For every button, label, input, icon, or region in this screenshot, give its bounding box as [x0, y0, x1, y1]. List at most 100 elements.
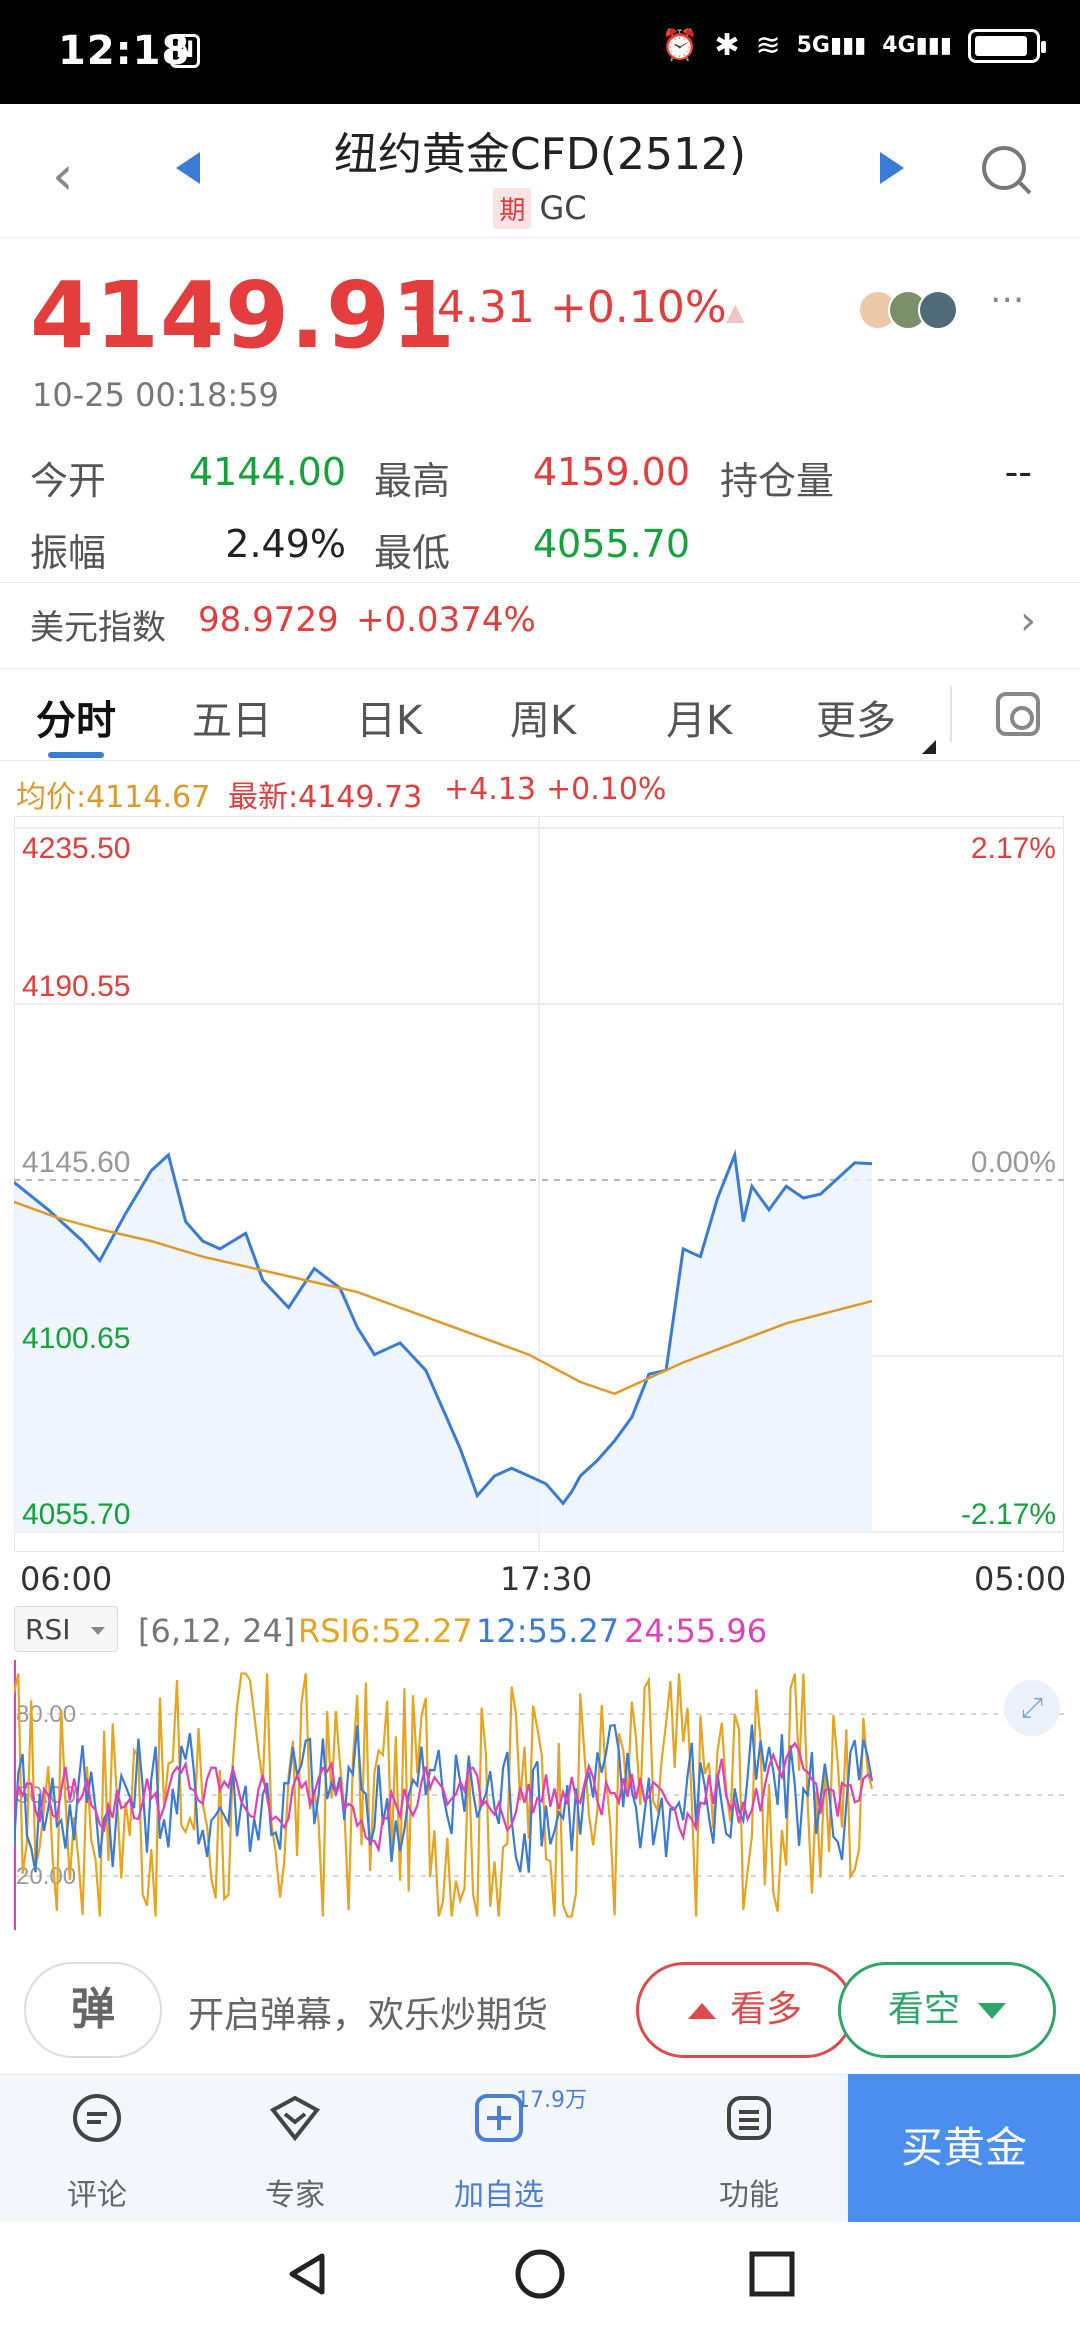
rsi12-name: 12 — [476, 1612, 517, 1650]
price-change: +4.31 — [400, 282, 535, 333]
tab-monthly-k[interactable]: 月K — [666, 688, 732, 746]
status-bar: 12:18 N ⏰ ✱ ≋ 5G▮▮▮ 4G▮▮▮ — [0, 0, 1080, 104]
settings-icon[interactable] — [996, 692, 1040, 736]
usd-index-value: 98.9729 — [198, 600, 339, 640]
chevron-right-icon[interactable]: › — [1020, 598, 1036, 644]
stat-value-amplitude: 2.49% — [225, 522, 346, 566]
comment-icon — [73, 2094, 121, 2142]
rsi-y-tick: 20.00 — [16, 1863, 76, 1890]
menu-icon — [727, 2096, 771, 2140]
active-tab-indicator — [48, 752, 104, 758]
latest-price-label: 最新:4149.73 — [228, 780, 423, 815]
stat-value-low: 4055.70 — [532, 522, 690, 566]
bullish-button[interactable]: 看多 — [636, 1962, 854, 2058]
contract-code: 期 GC — [0, 188, 1080, 229]
app-header: ‹ 纽约黄金CFD(2512) 期 GC — [0, 104, 1080, 238]
rsi6-name: RSI6 — [298, 1612, 371, 1650]
danmu-prompt[interactable]: 开启弹幕，欢乐炒期货 — [188, 1986, 548, 2038]
stat-label-open-interest: 持仓量 — [720, 459, 835, 503]
y-tick-label-left: 4190.55 — [22, 970, 130, 1003]
watchlist-count-badge: 17.9万 — [516, 2088, 587, 2113]
latest-change: +4.13 — [444, 772, 536, 807]
danmu-toggle-button[interactable]: 弹 — [24, 1962, 162, 2058]
y-tick-label-left: 4100.65 — [22, 1322, 130, 1355]
x-tick-end: 05:00 — [974, 1560, 1067, 1598]
indicator-select[interactable]: RSI — [14, 1606, 118, 1652]
bullish-label: 看多 — [729, 1989, 802, 2030]
futures-tag: 期 — [493, 188, 532, 229]
status-icons: ⏰ ✱ ≋ 5G▮▮▮ 4G▮▮▮ — [661, 28, 1046, 63]
system-home-icon[interactable] — [512, 2246, 568, 2302]
avg-price-label: 均价:4114.67 — [16, 780, 211, 815]
divider — [0, 582, 1080, 583]
stat-value-open: 4144.00 — [188, 450, 346, 494]
next-contract-icon[interactable] — [880, 152, 904, 184]
rsi24-value: 24:55.96 — [624, 1612, 768, 1650]
code-text: GC — [539, 189, 587, 227]
y-tick-label-left: 4055.70 — [22, 1498, 130, 1531]
nav-label: 功能 — [719, 2178, 779, 2213]
tab-intraday[interactable]: 分时 — [36, 688, 116, 746]
tab-daily-k[interactable]: 日K — [356, 688, 422, 746]
divider — [0, 760, 1080, 761]
rsi6-value: RSI6:52.27 — [298, 1612, 473, 1650]
stat-label-amplitude: 振幅 — [30, 531, 107, 575]
nav-functions[interactable]: 功能 — [674, 2090, 824, 2214]
rsi12-number: 55.27 — [527, 1612, 620, 1650]
community-avatars[interactable] — [858, 290, 958, 330]
quote-datetime: 10-25 00:18:59 — [32, 376, 279, 414]
system-back-icon[interactable] — [280, 2246, 336, 2302]
triangle-up-icon — [687, 2003, 716, 2019]
nav-comment[interactable]: 评论 — [22, 2090, 172, 2214]
rsi24-number: 55.96 — [675, 1612, 768, 1650]
stat-label-low: 最低 — [374, 531, 451, 575]
dropdown-corner-icon — [922, 740, 936, 754]
latest-change-pct: +0.10% — [546, 772, 667, 807]
rsi24-name: 24 — [624, 1612, 665, 1650]
usd-index-change: +0.0374% — [356, 600, 536, 640]
nav-label: 专家 — [265, 2178, 325, 2213]
avatar — [918, 290, 958, 330]
tab-weekly-k[interactable]: 周K — [510, 688, 576, 746]
y-tick-label-right: -2.17% — [961, 1498, 1056, 1531]
usd-index-label[interactable]: 美元指数 — [30, 600, 166, 649]
y-tick-label-right: 2.17% — [971, 832, 1056, 865]
tab-five-day[interactable]: 五日 — [192, 688, 272, 746]
x-tick-start: 06:00 — [20, 1560, 113, 1598]
divider — [950, 686, 952, 742]
buy-gold-button[interactable]: 买黄金 — [848, 2074, 1080, 2222]
expert-icon — [269, 2095, 321, 2142]
nav-label: 评论 — [67, 2178, 127, 2213]
expand-icon[interactable]: ⤢ — [1004, 1680, 1060, 1736]
triangle-down-icon — [978, 2003, 1006, 2019]
divider — [0, 668, 1080, 669]
rsi-chart[interactable]: 80.0050.0020.00 — [14, 1660, 1064, 1930]
more-icon[interactable]: ··· — [990, 280, 1024, 321]
y-tick-label-right: 0.00% — [971, 1146, 1056, 1179]
stat-label-open: 今开 — [30, 459, 107, 503]
stat-label-high: 最高 — [374, 459, 451, 503]
up-arrow-icon: ▲ — [726, 298, 745, 326]
bearish-label: 看空 — [887, 1989, 960, 2030]
wifi-icon: ≋ — [755, 28, 781, 63]
x-tick-mid: 17:30 — [500, 1560, 593, 1598]
page-title: 纽约黄金CFD(2512) — [333, 129, 747, 180]
nav-expert[interactable]: 专家 — [220, 2090, 370, 2214]
system-nav-bar — [0, 2222, 1080, 2340]
system-recents-icon[interactable] — [744, 2246, 800, 2302]
nav-label: 加自选 — [454, 2178, 544, 2213]
rsi12-value: 12:55.27 — [476, 1612, 620, 1650]
y-tick-label-left: 4145.60 — [22, 1146, 130, 1179]
bearish-button[interactable]: 看空 — [838, 1962, 1056, 2058]
rsi-params: [6,12, 24] — [138, 1612, 296, 1650]
nfc-icon: N — [170, 34, 200, 68]
rsi6-number: 52.27 — [381, 1612, 473, 1650]
stat-value-high: 4159.00 — [532, 450, 690, 494]
price-change-pct: +0.10% — [550, 282, 727, 333]
tab-more[interactable]: 更多 — [816, 688, 896, 746]
4g-signal-icon: 4G▮▮▮ — [882, 33, 952, 58]
search-icon[interactable] — [982, 146, 1026, 190]
battery-icon — [968, 28, 1046, 63]
5g-signal-icon: 5G▮▮▮ — [796, 33, 867, 58]
intraday-chart[interactable]: 4235.50 4190.55 4145.60 4100.65 4055.70 2.17%… — [14, 816, 1064, 1552]
